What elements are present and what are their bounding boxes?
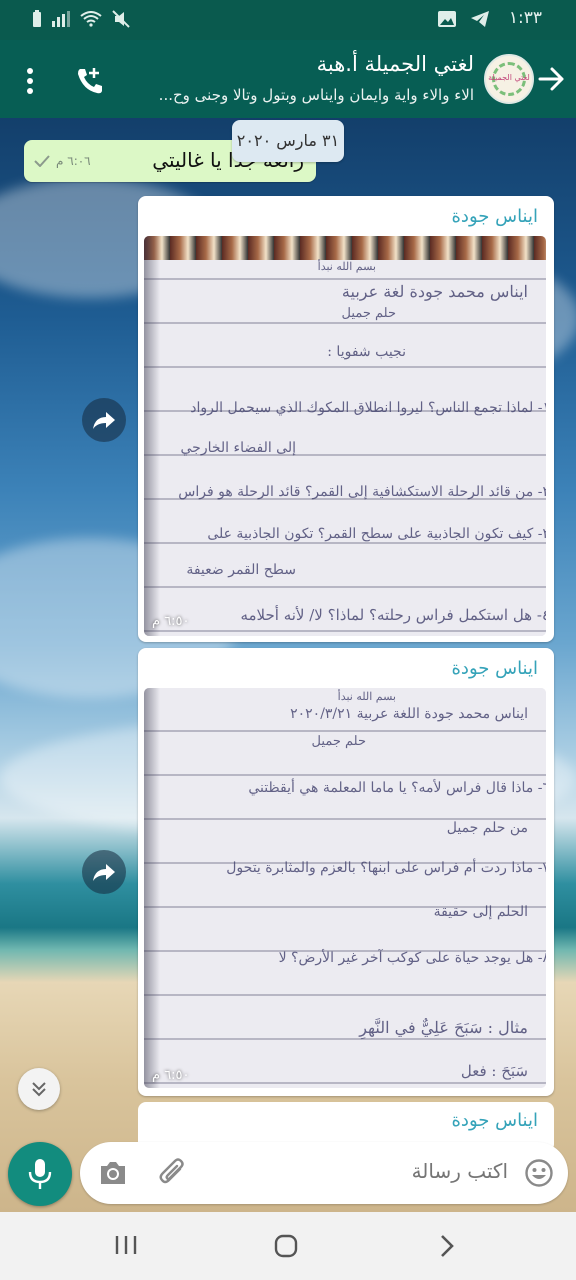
handwritten-line: نجيب شفويا : — [327, 344, 406, 360]
mic-button[interactable] — [8, 1142, 72, 1206]
home-icon[interactable] — [274, 1234, 298, 1258]
fabric-pattern — [144, 236, 546, 260]
message-sender[interactable]: ايناس جودة — [452, 1110, 539, 1131]
handwritten-line: ايناس محمد جودة اللغة عربية ٢٠٢٠/٣/٢١ — [290, 706, 528, 722]
handwritten-line: مثال : سَبَحَ عَلِيٌّ في النَّهرِ — [359, 1018, 528, 1037]
date-chip: ٣١ مارس ٢٠٢٠ — [232, 120, 344, 162]
sent-message-time: ٦:٠٦ م — [56, 154, 91, 168]
forward-icon — [93, 412, 115, 429]
handwritten-line: من حلم جميل — [446, 820, 528, 836]
check-icon — [34, 155, 50, 167]
handwritten-line: ٢- من قائد الرحلة الاستكشافية إلى القمر؟… — [178, 484, 546, 500]
message-time: ٦:٥٠ م — [152, 614, 190, 629]
chevron-down-icon — [32, 1082, 46, 1097]
handwritten-line: بسم الله نبدأ — [337, 690, 396, 703]
camera-icon[interactable] — [98, 1159, 128, 1187]
handwritten-line: سَبَحَ : فعل — [460, 1062, 528, 1080]
avatar-text: لغتي الجميلة — [488, 73, 530, 82]
back-icon[interactable] — [438, 1234, 456, 1258]
handwritten-line: بسم الله نبدأ — [317, 260, 376, 273]
scroll-down-button[interactable] — [18, 1068, 60, 1110]
status-bar: ١:٣٣ — [0, 0, 576, 40]
message-sender[interactable]: ايناس جودة — [452, 206, 539, 227]
handwritten-line: ١- لماذا تجمع الناس؟ ليروا انطلاق المكوك… — [190, 400, 546, 416]
recents-icon[interactable] — [114, 1234, 138, 1256]
forward-button[interactable] — [82, 850, 126, 894]
mute-icon — [112, 10, 130, 28]
attach-icon[interactable] — [158, 1157, 188, 1189]
system-nav-bar — [0, 1212, 576, 1280]
battery-icon — [33, 10, 41, 27]
forward-icon — [93, 864, 115, 881]
handwritten-line: حلم جميل — [341, 306, 396, 321]
photo-shadow — [144, 688, 160, 1088]
handwritten-line: ٧- ماذا ردت أم فراس على ابنها؟ بالعزم وا… — [226, 860, 546, 876]
handwritten-line: ٤- هل استكمل فراس رحلته؟ لماذا؟ لا/ لأنه… — [240, 606, 546, 624]
group-title[interactable]: لغتي الجميلة أ.هبة — [317, 52, 474, 76]
homework-photo[interactable]: بسم الله نبدأ ايناس محمد جودة لغة عربية … — [144, 236, 546, 636]
handwritten-line: حلم جميل — [311, 734, 366, 749]
photo-shadow — [144, 236, 160, 636]
message-input[interactable] — [308, 1159, 508, 1183]
homework-photo[interactable]: بسم الله نبدأ ايناس محمد جودة اللغة عربي… — [144, 688, 546, 1088]
forward-button[interactable] — [82, 398, 126, 442]
handwritten-line: ٦- ماذا قال فراس لأمه؟ يا ماما المعلمة ه… — [248, 780, 546, 796]
handwritten-line: إلى الفضاء الخارجي — [180, 440, 297, 456]
sent-message-meta: ٦:٠٦ م — [34, 154, 91, 168]
status-icons-right — [438, 10, 490, 28]
back-arrow-icon[interactable] — [536, 64, 566, 94]
handwritten-line: ٣- كيف تكون الجاذبية على سطح القمر؟ تكون… — [207, 526, 546, 542]
signal-icon — [52, 11, 70, 27]
telegram-icon — [471, 11, 489, 27]
message-composer — [80, 1142, 568, 1204]
chat-header: لغتي الجميلة لغتي الجميلة أ.هبة الاء وال… — [0, 40, 576, 118]
gallery-icon — [438, 11, 456, 27]
emoji-icon[interactable] — [524, 1158, 554, 1188]
message-sender[interactable]: ايناس جودة — [452, 658, 539, 679]
add-call-icon[interactable] — [74, 65, 106, 97]
status-icons-left — [32, 10, 130, 28]
message-time: ٦:٥٠ م — [152, 1068, 190, 1083]
avatar[interactable]: لغتي الجميلة — [484, 54, 534, 104]
status-time: ١:٣٣ — [508, 8, 542, 28]
wifi-icon — [80, 11, 102, 27]
handwritten-line: الحلم إلى حقيقة — [433, 904, 528, 920]
mic-icon — [28, 1159, 52, 1189]
handwritten-line: ايناس محمد جودة لغة عربية — [341, 282, 528, 301]
group-members[interactable]: الاء والاء واية وايمان وايناس وبتول وتال… — [114, 86, 474, 104]
image-message-bubble[interactable]: ايناس جودة بسم الله نبدأ ايناس محمد جودة… — [138, 196, 554, 642]
handwritten-line: سطح القمر ضعيفة — [186, 562, 296, 578]
handwritten-line: ٨- هل يوجد حياة على كوكب آخر غير الأرض؟ … — [278, 950, 546, 966]
more-vert-icon[interactable] — [20, 66, 40, 96]
image-message-bubble[interactable]: ايناس جودة بسم الله نبدأ ايناس محمد جودة… — [138, 648, 554, 1096]
